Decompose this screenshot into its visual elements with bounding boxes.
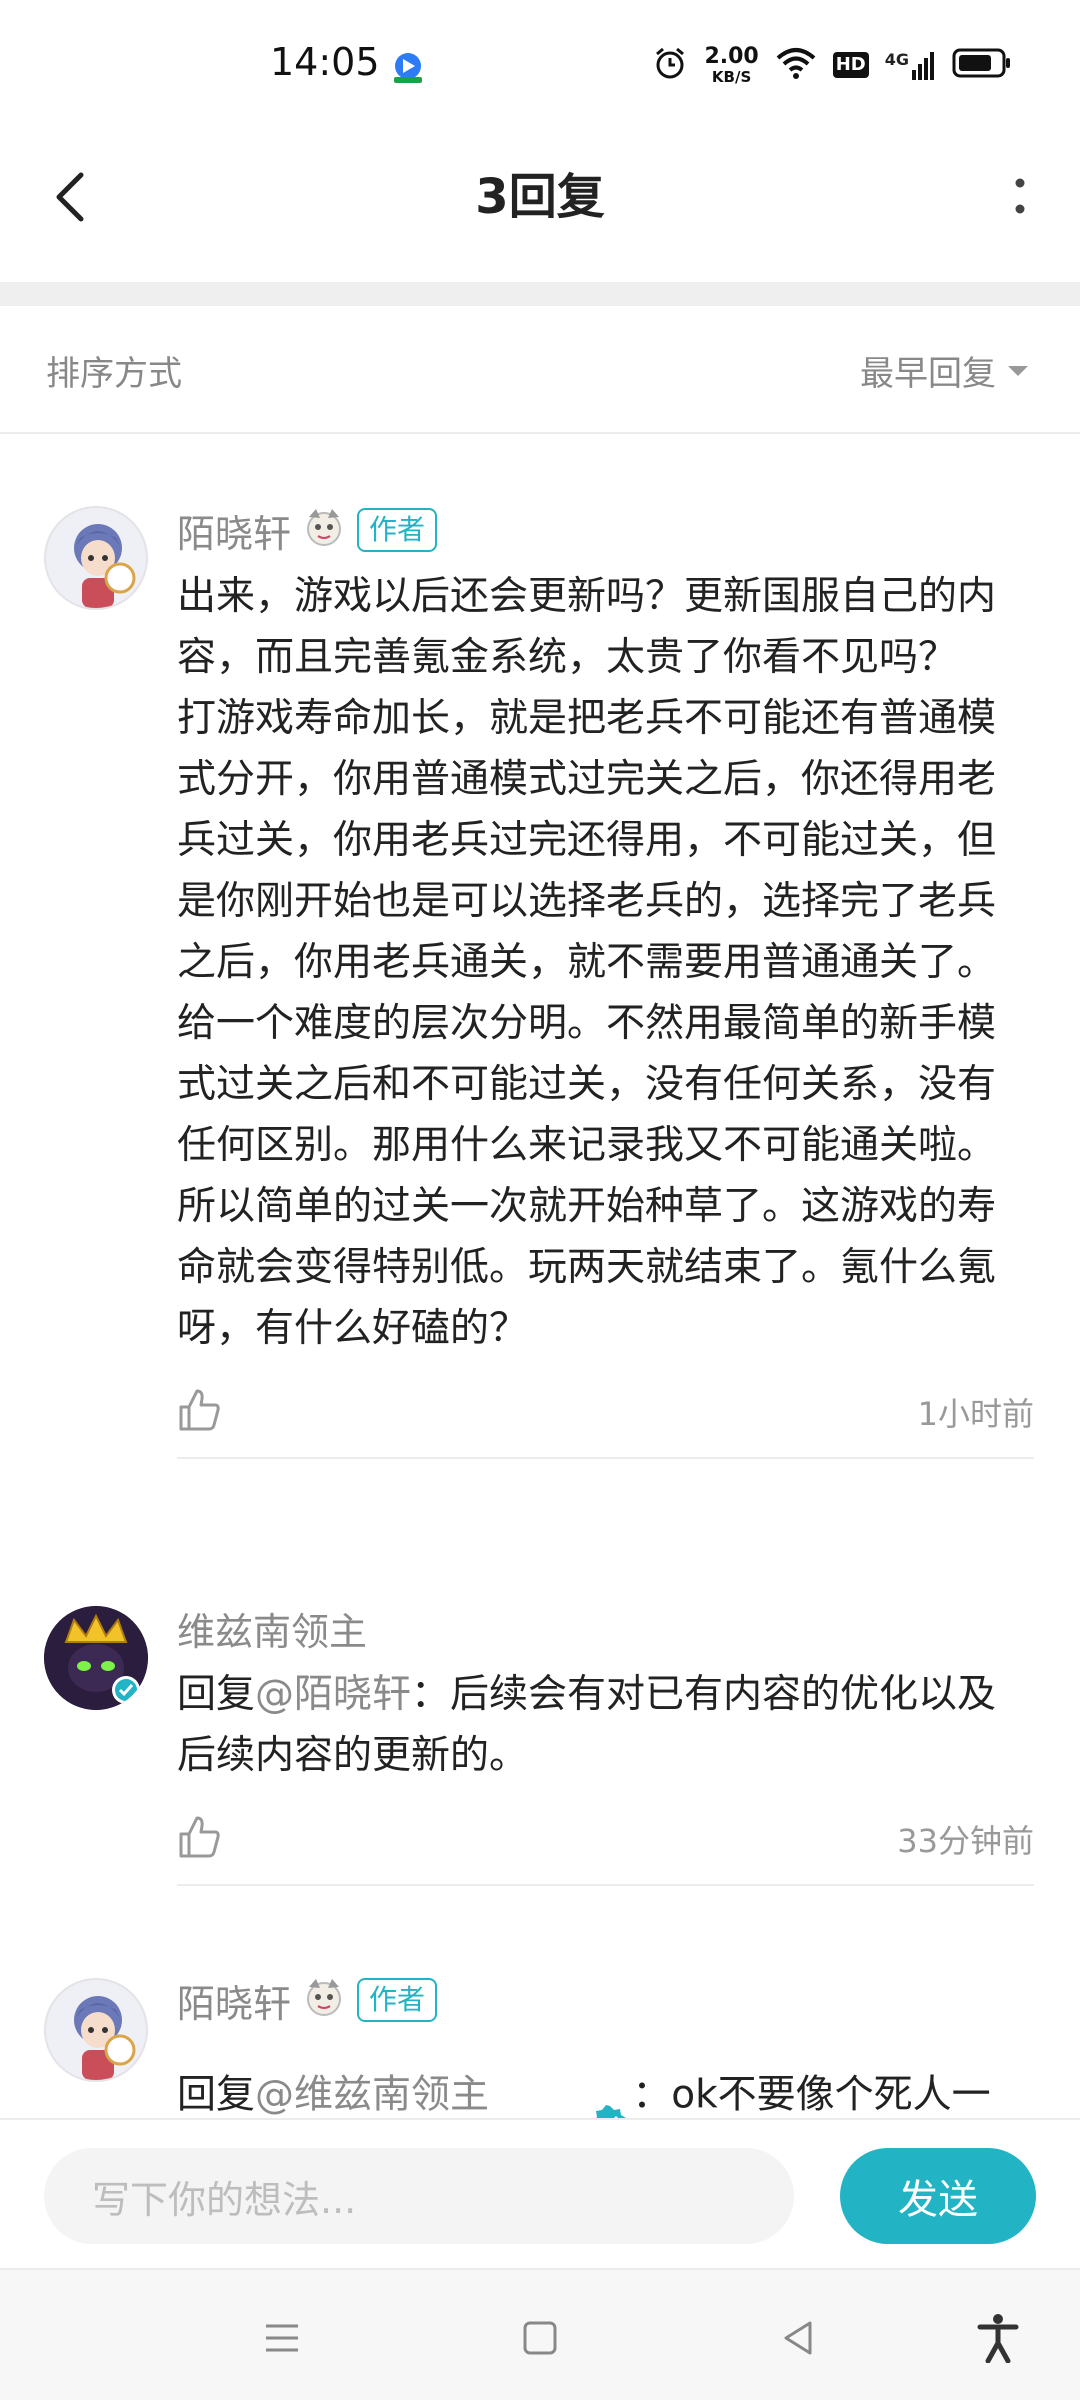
section-divider xyxy=(0,282,1080,306)
status-indicators: 2.00 KB/S HD 4G xyxy=(652,40,1012,90)
alarm-icon xyxy=(652,45,688,85)
reply-prefix: 回复 xyxy=(177,1672,256,1717)
accessibility-button[interactable] xyxy=(970,2310,1026,2366)
author-badge: 作者 xyxy=(357,508,438,552)
system-nav-bar xyxy=(0,2268,1080,2400)
back-nav-button[interactable] xyxy=(770,2310,826,2366)
mention-link[interactable]: @维兹南领主 xyxy=(255,2073,489,2118)
avatar[interactable] xyxy=(44,1978,148,2082)
comment-footer: 33分钟前 xyxy=(177,1796,1034,1886)
comment-author-name[interactable]: 维兹南领主 xyxy=(177,1601,367,1656)
author-badge: 作者 xyxy=(357,1978,438,2022)
comment-text: 回复@陌晓轩：后续会有对已有内容的优化以及后续内容的更新的。 xyxy=(177,1664,1034,1786)
dropdown-triangle-icon xyxy=(1008,365,1028,376)
hd-icon: HD xyxy=(832,52,869,78)
network-speed: 2.00 KB/S xyxy=(704,43,759,86)
comment-footer: 1小时前 xyxy=(177,1369,1034,1459)
sort-selected-value: 最早回复 xyxy=(860,354,996,394)
network-speed-value: 2.00 xyxy=(704,43,759,69)
avatar[interactable] xyxy=(44,1606,148,1710)
battery-icon xyxy=(952,47,1012,83)
comment-author-name[interactable]: 陌晓轩 xyxy=(177,503,291,558)
comment-item: 陌晓轩 作者 回复@维兹南领主 ：ok不要像个死人一样， xyxy=(0,1970,1080,2118)
more-options-button[interactable] xyxy=(990,162,1050,232)
user-medal-icon xyxy=(301,1975,347,2025)
comment-text: 出来，游戏以后还会更新吗？更新国服自己的内容，而且完善氪金系统，太贵了你看不见吗… xyxy=(177,574,997,1351)
network-speed-unit: KB/S xyxy=(711,67,752,86)
status-time: 14:05 xyxy=(270,40,380,84)
top-app-bar: 3回复 xyxy=(0,130,1080,280)
network-type-label: 4G xyxy=(884,50,909,69)
sort-bar: 排序方式 最早回复 xyxy=(0,306,1080,434)
comment-input[interactable]: 写下你的想法... xyxy=(44,2148,794,2244)
home-button[interactable] xyxy=(512,2310,568,2366)
signal-icon: 4G xyxy=(885,50,936,80)
reply-prefix: 回复 xyxy=(177,2072,256,2118)
page-title: 3回复 xyxy=(475,169,605,225)
comment-time: 1小时前 xyxy=(917,1395,1034,1433)
comment-time: 33分钟前 xyxy=(897,1822,1034,1860)
verified-icon xyxy=(493,2036,628,2118)
comment-author-name[interactable]: 陌晓轩 xyxy=(177,1973,291,2028)
home-square-icon xyxy=(523,2321,557,2355)
comment-input-bar: 写下你的想法... 发送 xyxy=(0,2118,1080,2268)
video-app-icon xyxy=(390,50,426,86)
status-bar: 14:05 2.00 KB/S HD 4G xyxy=(0,0,1080,130)
mention-link[interactable]: @陌晓轩 xyxy=(255,1672,411,1717)
sort-label: 排序方式 xyxy=(46,354,182,394)
avatar[interactable] xyxy=(44,506,148,610)
sort-dropdown[interactable]: 最早回复 xyxy=(860,346,1030,395)
thumbs-up-icon[interactable] xyxy=(177,1387,223,1433)
back-triangle-icon xyxy=(784,2321,812,2355)
send-button[interactable]: 发送 xyxy=(840,2148,1036,2244)
menu-button[interactable] xyxy=(254,2310,310,2366)
user-medal-icon xyxy=(301,505,347,555)
comment-text: 回复@维兹南领主 ：ok不要像个死人一样， xyxy=(177,2036,1034,2118)
wifi-icon xyxy=(775,46,817,84)
more-vertical-icon xyxy=(1015,178,1025,214)
accessibility-icon xyxy=(977,2314,1019,2363)
menu-icon xyxy=(266,2324,298,2352)
thumbs-up-icon[interactable] xyxy=(177,1814,223,1860)
